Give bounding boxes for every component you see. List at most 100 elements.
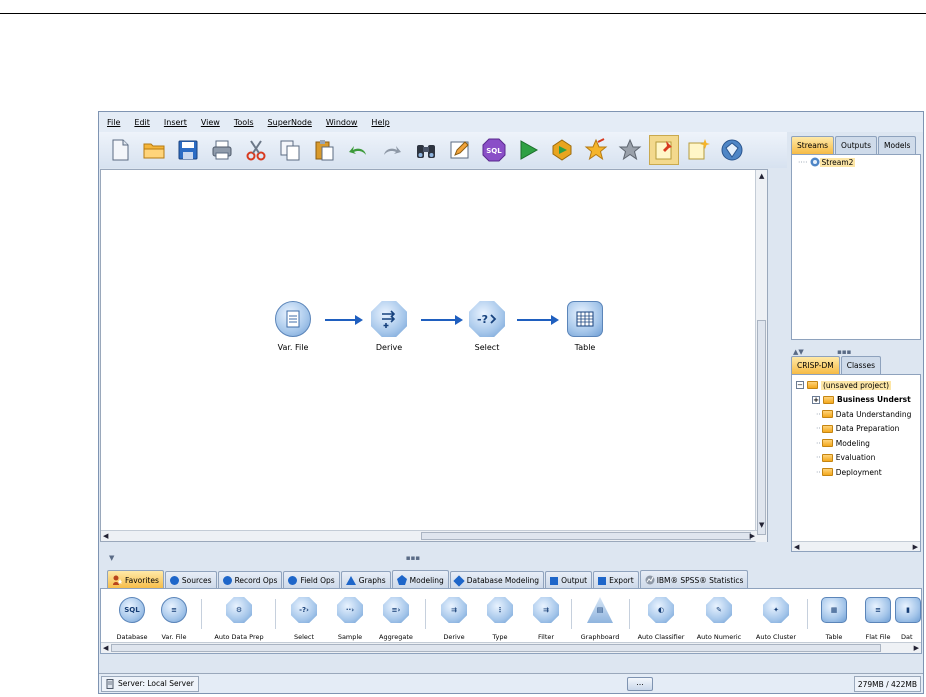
scroll-right-icon[interactable]: ▶ [750,531,755,541]
save-stream-button[interactable] [173,135,203,165]
expand-icon[interactable]: + [812,395,820,404]
palette-node-auto-numeric[interactable]: ✎ Auto Numeric [691,597,747,641]
palette-node-table[interactable]: ▦ Table [809,597,859,641]
palette-node-derive[interactable]: ⇉ Derive [429,597,479,641]
palette-horizontal-scrollbar[interactable]: ◀ ▶ [101,642,921,653]
tab-favorites[interactable]: Favorites [107,570,164,589]
palette-node-auto-data-prep[interactable]: ⚙ Auto Data Prep [211,597,267,641]
palette-node-label: Auto Numeric [696,633,742,641]
tab-record-ops[interactable]: Record Ops [217,571,283,589]
tab-crisp-dm[interactable]: CRISP-DM [791,356,840,374]
tab-export[interactable]: Export [593,571,639,589]
menu-file[interactable]: File [107,118,120,127]
scroll-left-icon[interactable]: ◀ [794,542,799,551]
palette-node-graphboard[interactable]: ▤ Graphboard [573,597,627,641]
palette-splitter-handle[interactable]: ▼ ▪▪▪ [109,554,420,562]
palette-node-dat[interactable]: ▮ Dat [895,597,921,641]
palette-node-type[interactable]: ⋮ Type [475,597,525,641]
new-stream-button[interactable] [105,135,135,165]
canvas-vscroll-thumb[interactable] [757,320,766,535]
project-tree: − (unsaved project) + Business Underst ·… [791,374,921,552]
palette-node-auto-cluster[interactable]: ✦ Auto Cluster [749,597,803,641]
tab-database-modeling[interactable]: Database Modeling [449,571,545,589]
project-horizontal-scrollbar[interactable]: ◀ ▶ [792,541,920,551]
scroll-up-icon[interactable]: ▲ [759,171,764,181]
palette-node-auto-classifier[interactable]: ◐ Auto Classifier [631,597,691,641]
status-more-button[interactable]: ... [627,677,653,691]
tab-output[interactable]: Output [545,571,593,589]
scroll-left-icon[interactable]: ◀ [103,531,108,541]
add-favorite-button[interactable] [581,135,611,165]
tree-root[interactable]: − (unsaved project) [792,378,920,393]
new-comment-button[interactable] [683,135,713,165]
palette-node-aggregate[interactable]: ≡› Aggregate [371,597,421,641]
tree-item[interactable]: ·· Data Understanding [792,407,920,422]
menu-edit[interactable]: Edit [134,118,150,127]
cut-button[interactable] [241,135,271,165]
find-button[interactable] [411,135,441,165]
menu-tools[interactable]: Tools [234,118,254,127]
tab-streams[interactable]: Streams [791,136,835,154]
var-file-node-icon [275,301,311,337]
run-selection-button[interactable] [547,135,577,165]
tab-modeling[interactable]: Modeling [391,570,449,589]
tab-label: Sources [181,576,212,585]
canvas-hscroll-thumb[interactable] [421,532,751,540]
open-stream-button[interactable] [139,135,169,165]
tree-item[interactable]: ·· Deployment [792,465,920,480]
scroll-left-icon[interactable]: ◀ [103,643,108,653]
model-gem-button[interactable] [717,135,747,165]
undo-button[interactable] [343,135,373,165]
canvas-node-table[interactable]: Table [555,301,615,352]
record-ops-dot-icon [222,576,232,585]
sql-preview-button[interactable]: SQL [479,135,509,165]
paste-button[interactable] [309,135,339,165]
collapse-icon[interactable]: − [796,381,804,390]
insert-annotation-button[interactable] [649,135,679,165]
menu-view[interactable]: View [201,118,220,127]
tab-models[interactable]: Models [878,136,917,154]
copy-button[interactable] [275,135,305,165]
menu-insert[interactable]: Insert [164,118,187,127]
stream-canvas[interactable]: Var. File Derive -? Select Table ▲ ▼ ◀ ▶ [100,169,768,542]
memory-usage: 279MB / 422MB [853,676,921,692]
canvas-horizontal-scrollbar[interactable]: ◀ ▶ [101,530,757,541]
link-arrow[interactable] [325,315,363,325]
run-stream-button[interactable] [513,135,543,165]
scroll-right-icon[interactable]: ▶ [914,643,919,653]
link-arrow[interactable] [517,315,559,325]
redo-button[interactable] [377,135,407,165]
menu-help[interactable]: Help [371,118,389,127]
tree-item[interactable]: ·· Modeling [792,436,920,451]
canvas-vertical-scrollbar[interactable]: ▲ ▼ [755,170,767,542]
palette-divider [571,599,572,629]
print-button[interactable] [207,135,237,165]
palette-node-filter[interactable]: ⇉ Filter [521,597,571,641]
scroll-down-icon[interactable]: ▼ [759,520,764,530]
tab-graphs[interactable]: Graphs [340,571,391,589]
canvas-node-var-file[interactable]: Var. File [263,301,323,352]
tab-field-ops[interactable]: Field Ops [283,571,340,589]
scroll-right-icon[interactable]: ▶ [913,542,918,551]
canvas-node-select[interactable]: -? Select [457,301,517,352]
tree-item-business[interactable]: + Business Underst [792,393,920,408]
tree-item[interactable]: ·· Evaluation [792,451,920,466]
tab-classes[interactable]: Classes [840,356,881,374]
list-item[interactable]: ···· Stream2 [792,155,920,170]
edit-annotation-button[interactable] [445,135,475,165]
server-status[interactable]: Server: Local Server [101,675,199,692]
palette-node-sample[interactable]: ··› Sample [325,597,375,641]
tab-sources[interactable]: Sources [164,571,217,589]
tab-spss-statistics[interactable]: IBM® SPSS® Statistics [639,570,749,589]
canvas-node-derive[interactable]: Derive [359,301,419,352]
menu-supernode[interactable]: SuperNode [268,118,312,127]
palette-hscroll-thumb[interactable] [111,644,881,652]
link-arrow[interactable] [421,315,463,325]
remove-favorite-button[interactable] [615,135,645,165]
tree-item-label: Data Preparation [835,424,900,434]
tab-outputs[interactable]: Outputs [835,136,878,154]
palette-node-var-file[interactable]: ≡ Var. File [149,597,199,641]
palette-node-select[interactable]: -?› Select [279,597,329,641]
tree-item[interactable]: ·· Data Preparation [792,422,920,437]
menu-window[interactable]: Window [326,118,358,127]
